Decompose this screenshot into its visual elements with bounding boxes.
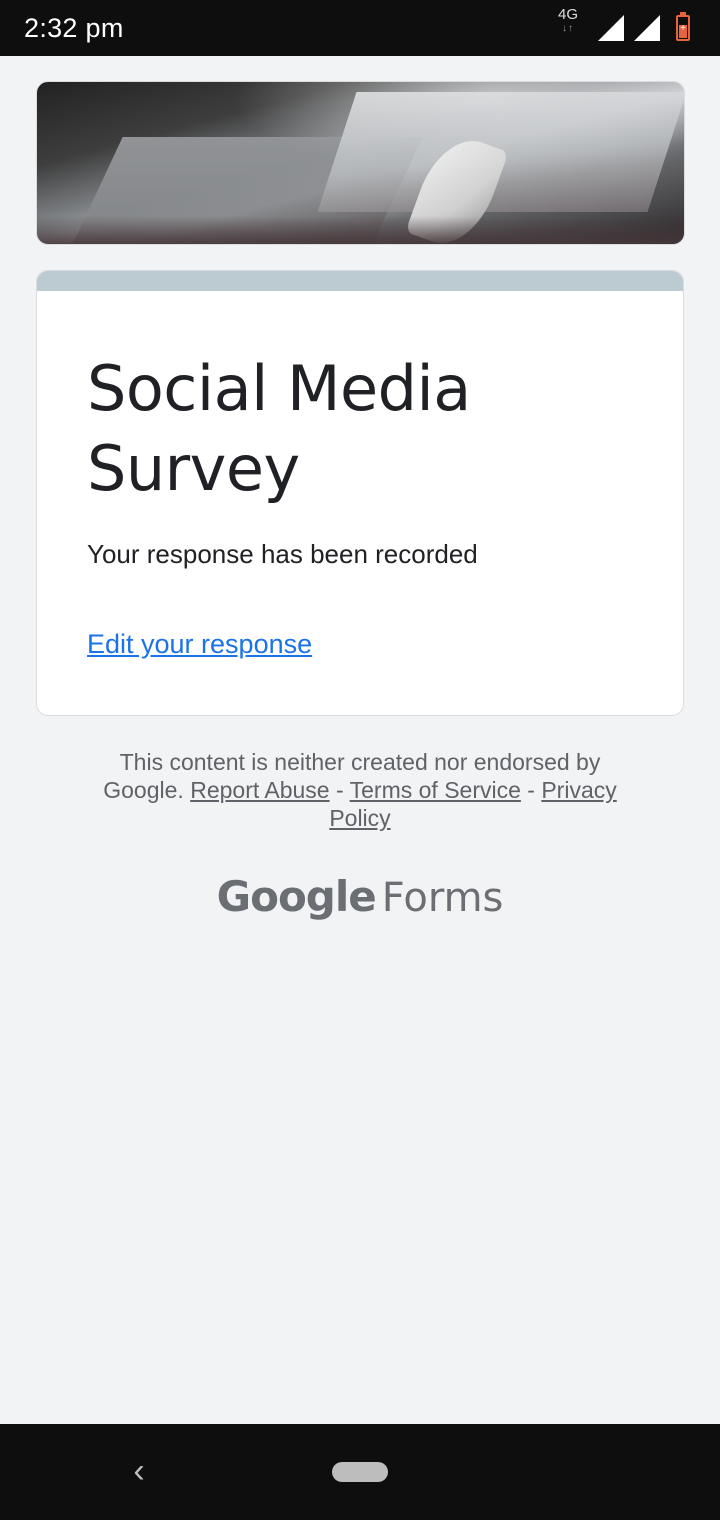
signal-icon xyxy=(634,15,660,41)
book-edge xyxy=(37,216,684,244)
confirmation-message: Your response has been recorded xyxy=(87,539,478,569)
network-type-icon: 4G ↓↑ xyxy=(557,6,578,36)
terms-of-service-link[interactable]: Terms of Service xyxy=(350,777,521,803)
battery-charging-icon: + xyxy=(676,12,690,41)
confirmation-card: Social Media Survey Your response has be… xyxy=(36,270,684,716)
signal-icon xyxy=(598,15,624,41)
status-bar: 2:32 pm 4G ↓↑ + xyxy=(0,0,720,56)
data-arrows-icon: ↓↑ xyxy=(561,23,574,34)
footer-disclaimer: This content is neither created nor endo… xyxy=(80,748,640,832)
footer-separator: - xyxy=(335,777,344,803)
header-image xyxy=(36,81,685,245)
status-time: 2:32 pm xyxy=(24,12,124,43)
google-wordmark: Google xyxy=(216,872,377,921)
network-type-label: 4G xyxy=(557,6,578,23)
card-accent-bar xyxy=(37,271,683,291)
forms-wordmark: Forms xyxy=(381,875,504,921)
footer-separator: - xyxy=(527,777,535,803)
edit-response-link[interactable]: Edit your response xyxy=(87,629,312,660)
status-icons: 4G ↓↑ + xyxy=(558,7,690,42)
home-pill-icon[interactable] xyxy=(332,1462,388,1482)
report-abuse-link[interactable]: Report Abuse xyxy=(190,777,329,803)
form-title: Social Media Survey xyxy=(87,352,471,505)
google-forms-logo[interactable]: Google Forms xyxy=(0,872,720,921)
back-icon[interactable]: ‹ xyxy=(122,1454,156,1488)
navigation-bar: ‹ xyxy=(0,1424,720,1520)
